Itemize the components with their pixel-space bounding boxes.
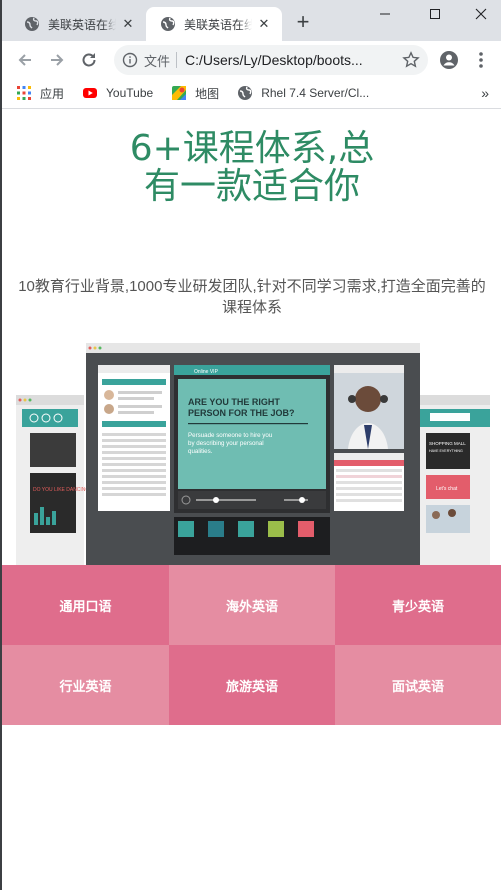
arrow-right-icon <box>51 54 64 66</box>
maximize-icon <box>430 9 440 19</box>
tab-strip: 美联英语在线 ✕ 美联英语在线 ✕ + <box>2 0 501 41</box>
course-tile-industry[interactable]: 行业英语 <box>2 645 169 725</box>
arrow-left-icon <box>18 54 31 66</box>
menu-button[interactable] <box>468 47 494 73</box>
address-bar[interactable]: 文件 C:/Users/Ly/Desktop/boots... <box>114 45 428 75</box>
course-tile-youth[interactable]: 青少英语 <box>335 565 501 645</box>
back-button[interactable] <box>12 47 38 73</box>
globe-icon <box>25 17 39 31</box>
apps-grid-icon <box>17 86 31 100</box>
course-showcase-image: DO YOU LIKE DANCING? Online VIP ARE YOU … <box>16 343 490 565</box>
page-subtitle: 10教育行业背景,1000专业研发团队,针对不同学习需求,打造全面完善的课程体系 <box>18 278 486 316</box>
maximize-button[interactable] <box>418 2 452 26</box>
close-icon <box>475 8 487 20</box>
course-tile-overseas[interactable]: 海外英语 <box>169 565 335 645</box>
info-icon[interactable] <box>122 52 138 68</box>
more-vert-icon <box>479 52 483 68</box>
bookmark-maps[interactable]: 地图 <box>171 85 219 102</box>
bookmark-label: Rhel 7.4 Server/Cl... <box>261 86 370 100</box>
course-tile-travel[interactable]: 旅游英语 <box>169 645 335 725</box>
reload-icon <box>82 53 96 67</box>
slide-heading: ARE YOU THE RIGHT PERSON FOR THE JOB? <box>188 397 295 418</box>
course-tile-interview[interactable]: 面试英语 <box>335 645 501 725</box>
reload-button[interactable] <box>76 47 102 73</box>
right-chat-text: Let's chat <box>436 486 458 492</box>
course-grid: 通用口语 海外英语 青少英语 行业英语 旅游英语 面试英语 <box>2 565 501 725</box>
divider <box>176 52 178 68</box>
browser-window: 美联英语在线 ✕ 美联英语在线 ✕ + 文件 C:/Users/Ly/Deskt… <box>0 0 501 890</box>
bookmark-apps[interactable]: 应用 <box>16 85 64 102</box>
tab-inactive[interactable]: 美联英语在线 ✕ <box>10 7 146 41</box>
bookmark-label: 地图 <box>195 86 220 101</box>
brand-text: Online VIP <box>194 369 219 375</box>
page-content: 6+课程体系,总有一款适合你 10教育行业背景,1000专业研发团队,针对不同学… <box>2 110 501 890</box>
minimize-icon <box>380 13 390 15</box>
globe-icon <box>161 17 175 31</box>
new-tab-button[interactable]: + <box>292 11 314 34</box>
forward-button[interactable] <box>44 47 70 73</box>
url-text[interactable]: C:/Users/Ly/Desktop/boots... <box>185 52 394 68</box>
page-title: 6+课程体系,总有一款适合你 <box>129 128 375 207</box>
bookmark-youtube[interactable]: YouTube <box>82 85 153 101</box>
tab-title: 美联英语在线 <box>184 17 252 32</box>
scheme-label: 文件 <box>144 53 171 69</box>
maps-icon <box>172 86 187 100</box>
bookmark-label: YouTube <box>106 86 154 100</box>
account-icon <box>440 51 458 69</box>
tab-active[interactable]: 美联英语在线 ✕ <box>146 7 282 41</box>
course-tile-general-speaking[interactable]: 通用口语 <box>2 565 169 645</box>
bookmark-rhel[interactable]: Rhel 7.4 Server/Cl... <box>237 85 369 101</box>
tab-title: 美联英语在线 <box>48 17 116 32</box>
right-promo-sub: HAVE EVERYTHING <box>429 449 463 453</box>
minimize-button[interactable] <box>368 2 402 26</box>
youtube-icon <box>83 88 98 98</box>
close-icon[interactable]: ✕ <box>256 16 272 32</box>
profile-button[interactable] <box>436 47 462 73</box>
browser-toolbar: 文件 C:/Users/Ly/Desktop/boots... <box>2 41 501 78</box>
close-window-button[interactable] <box>464 2 498 26</box>
left-promo-text: DO YOU LIKE DANCING? <box>33 487 92 493</box>
bookmark-label: 应用 <box>40 86 65 101</box>
bookmarks-overflow-button[interactable]: » <box>481 85 489 101</box>
close-icon[interactable]: ✕ <box>120 16 136 32</box>
right-promo-title: SHOPPING MALL <box>429 441 466 446</box>
bookmarks-bar: 应用 YouTube 地图 Rhel 7.4 Server/Cl... » <box>2 78 501 109</box>
globe-icon <box>238 86 253 100</box>
star-icon[interactable] <box>402 51 420 69</box>
